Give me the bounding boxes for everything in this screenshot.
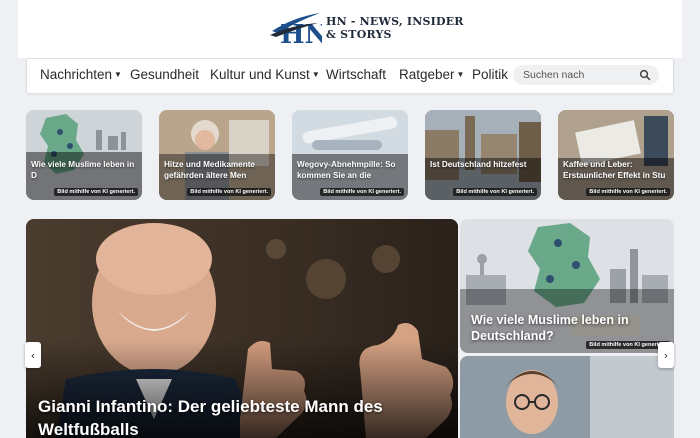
nav-item-nachrichten[interactable]: Nachrichten ▼ — [40, 67, 122, 82]
article-card[interactable]: Wegovy-Abnehmpille: So kommen Sie an die… — [292, 110, 408, 200]
ai-generated-badge: Bild mithilfe von KI generiert. — [453, 188, 537, 196]
side-article[interactable] — [460, 356, 674, 438]
site-logo[interactable]: HN HN - NEWS, INSIDER & STORYS — [268, 8, 464, 50]
article-card[interactable]: Kaffee und Leber: Erstaunlicher Effekt i… — [558, 110, 674, 200]
nav-item-label: Wirtschaft — [326, 67, 387, 82]
hero-article[interactable]: Gianni Infantino: Der geliebteste Mann d… — [26, 219, 458, 438]
article-card[interactable]: Hitze und Medikamente gefährden ältere M… — [159, 110, 275, 200]
site-name-line2: & STORYS — [326, 28, 392, 41]
hero-title: Gianni Infantino: Der geliebteste Mann d… — [38, 397, 383, 438]
ai-generated-badge: Bild mithilfe von KI generiert. — [54, 188, 138, 196]
search-box — [513, 65, 659, 85]
logo-mark-icon: HN — [268, 9, 328, 50]
nav-item-gesundheit[interactable]: Gesundheit — [130, 67, 199, 82]
site-name: HN - NEWS, INSIDER & STORYS — [326, 15, 464, 41]
chevron-down-icon: ▼ — [456, 70, 465, 79]
article-card[interactable]: Ist Deutschland hitzefest Bild mithilfe … — [425, 110, 541, 200]
carousel-next-button[interactable]: › — [658, 342, 674, 368]
nav-item-wirtschaft[interactable]: Wirtschaft — [326, 67, 386, 82]
carousel-prev-button[interactable]: ‹ — [25, 342, 41, 368]
chevron-right-icon: › — [663, 348, 669, 362]
politician-image — [460, 356, 674, 438]
nav-item-kultur-und-kunst[interactable]: Kultur und Kunst ▼ — [210, 67, 320, 82]
nav-item-label: Gesundheit — [130, 67, 200, 82]
nav-item-label: Nachrichten — [40, 67, 113, 82]
logo-letters: HN — [280, 20, 322, 47]
chevron-down-icon: ▼ — [311, 70, 320, 79]
ai-generated-badge: Bild mithilfe von KI generiert. — [320, 188, 404, 196]
nav-item-label: Ratgeber — [399, 67, 455, 82]
featured-side-article[interactable]: Wie viele Muslime leben in Deutschland? … — [460, 219, 674, 353]
nav-item-label: Politik — [472, 67, 509, 82]
site-name-line1: HN - NEWS, INSIDER — [326, 15, 464, 28]
search-input[interactable] — [523, 68, 633, 82]
ai-generated-badge: Bild mithilfe von KI generiert. — [187, 188, 271, 196]
article-card[interactable]: Wie viele Muslime leben in D Bild mithil… — [26, 110, 142, 200]
search-icon[interactable] — [639, 69, 651, 81]
nav-item-label: Kultur und Kunst — [210, 67, 310, 82]
chevron-left-icon: ‹ — [30, 348, 36, 362]
chevron-down-icon: ▼ — [114, 70, 122, 79]
ai-generated-badge: Bild mithilfe von KI generiert. — [586, 188, 670, 196]
nav-item-politik[interactable]: Politik — [472, 67, 508, 82]
side-article-title: Wie viele Muslime leben in Deutschland? — [471, 313, 629, 343]
nav-item-ratgeber[interactable]: Ratgeber ▼ — [399, 67, 464, 82]
